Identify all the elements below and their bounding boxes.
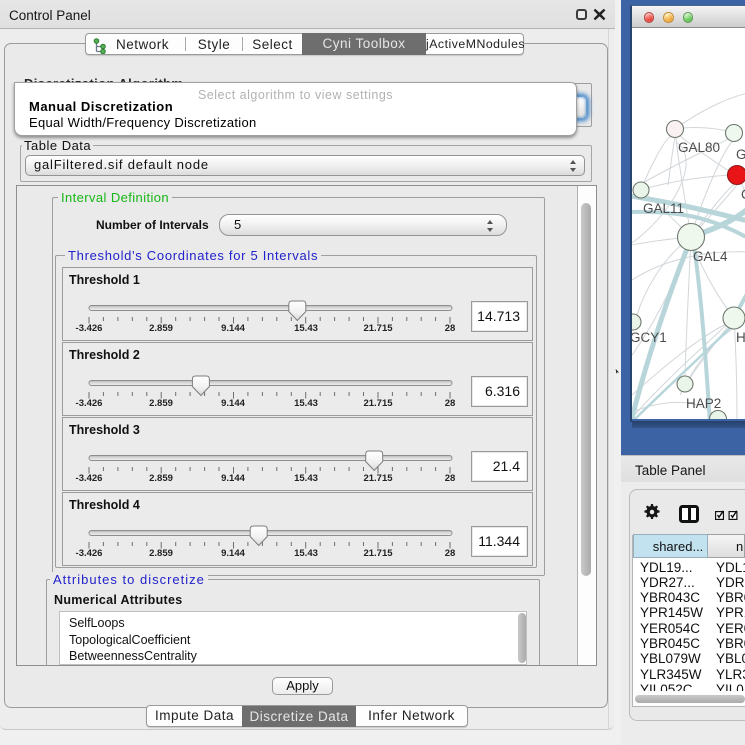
svg-text:GAL11: GAL11 bbox=[643, 201, 684, 216]
svg-text:GAL80: GAL80 bbox=[678, 140, 720, 155]
svg-text:GCY1: GCY1 bbox=[632, 330, 667, 345]
svg-text:GA: GA bbox=[736, 147, 745, 162]
svg-text:HAP2: HAP2 bbox=[686, 396, 721, 411]
svg-text:H: H bbox=[736, 330, 745, 345]
svg-text:GAL4: GAL4 bbox=[693, 249, 728, 264]
svg-text:C: C bbox=[741, 187, 745, 202]
